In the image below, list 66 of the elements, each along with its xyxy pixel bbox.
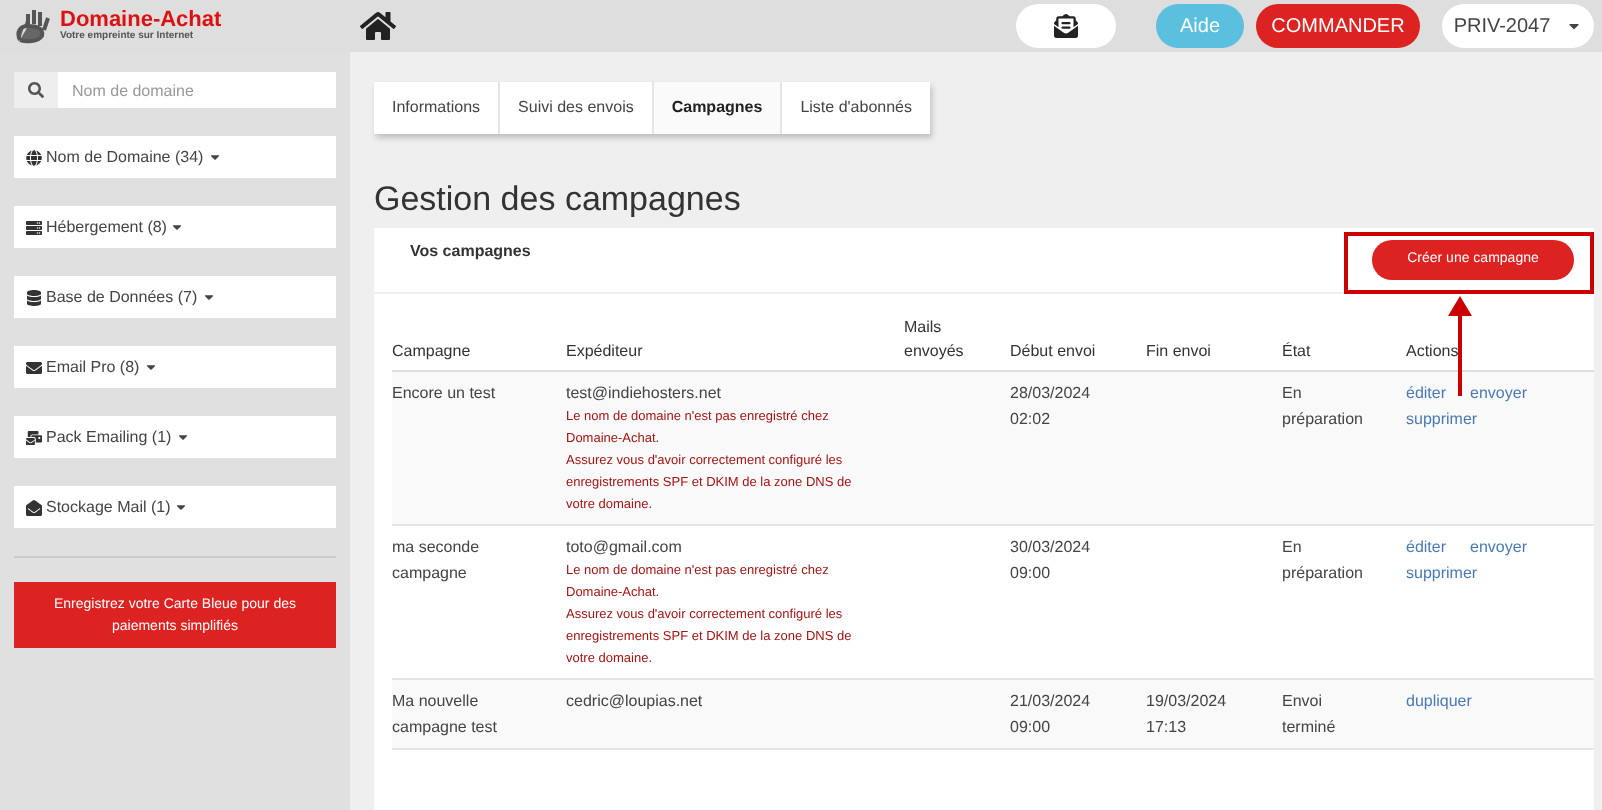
menu-label: Base de Données (7) [46, 285, 198, 309]
table-cell: En préparation [1282, 384, 1363, 428]
table-cell: Envoi terminé [1282, 692, 1336, 736]
action-link[interactable]: éditer [1406, 534, 1447, 560]
menu-label: Stockage Mail (1) [46, 495, 171, 519]
caret-icon [143, 360, 158, 374]
search-field[interactable]: Nom de domaine [58, 72, 336, 108]
tab[interactable]: Campagnes [653, 82, 783, 134]
table-cell: 28/03/2024 02:02 [1010, 384, 1091, 428]
envelope-icon [26, 359, 42, 375]
logo-name: Domaine-Achat [60, 10, 222, 32]
sidebar-menu-item[interactable]: Email Pro (8) [14, 346, 336, 388]
action-link[interactable]: supprimer [1406, 560, 1478, 586]
table-cell: 30/03/2024 09:00 [1010, 538, 1091, 582]
mail-stack-icon [26, 429, 42, 445]
database-icon [26, 289, 42, 305]
column-header: Actions [1406, 340, 1461, 364]
table-cell-text: cedric@loupias.net [566, 690, 705, 714]
column-header: Campagne [392, 340, 473, 364]
table-cell-text: Encore un test [392, 382, 498, 406]
table-cell: En préparation [1282, 538, 1363, 582]
action-link[interactable]: envoyer [1470, 534, 1527, 560]
column-header: État [1282, 340, 1313, 364]
action-link[interactable]: éditer [1406, 380, 1447, 406]
table-cell: 19/03/2024 17:13 [1146, 692, 1227, 736]
sidebar-menu-item[interactable]: Pack Emailing (1) [14, 416, 336, 458]
panel-title: Vos campagnes [410, 240, 531, 264]
sidebar-menu-item[interactable]: Hébergement (8) [14, 206, 336, 248]
order-button[interactable]: COMMANDER [1256, 4, 1420, 48]
action-link[interactable]: dupliquer [1406, 688, 1472, 714]
sidebar-menu-item[interactable]: Base de Données (7) [14, 276, 336, 318]
action-link[interactable]: envoyer [1470, 380, 1527, 406]
caret-icon [175, 430, 190, 444]
open-envelope-icon [26, 499, 42, 515]
server-icon [26, 219, 42, 235]
table-cell-text: ma seconde campagne [392, 536, 482, 586]
search-icon [28, 82, 44, 98]
sidebar-menu-item[interactable]: Nom de Domaine (34) [14, 136, 336, 178]
account-dropdown[interactable]: PRIV-2047 [1442, 4, 1594, 48]
action-link[interactable]: supprimer [1406, 406, 1478, 432]
table-cell-text: test@indiehosters.net [566, 382, 723, 406]
envelope-icon [1054, 14, 1078, 38]
tab[interactable]: Liste d'abonnés [782, 82, 930, 134]
home-icon[interactable] [360, 8, 396, 44]
caret-icon [201, 290, 216, 304]
sidebar-menu-item[interactable]: Stockage Mail (1) [14, 486, 336, 528]
column-header: Fin envoi [1146, 340, 1213, 364]
hand-logo-icon [12, 8, 52, 44]
table-cell: 21/03/2024 09:00 [1010, 692, 1091, 736]
menu-label: Hébergement (8) [46, 215, 167, 239]
column-header: Début envoi [1010, 340, 1098, 364]
column-header: Expéditeur [566, 340, 645, 364]
menu-label: Nom de Domaine (34) [46, 145, 204, 169]
caret-icon [207, 150, 222, 164]
globe-icon [26, 149, 42, 165]
tab[interactable]: Informations [374, 82, 501, 134]
column-header: Mails envoyés [904, 316, 966, 364]
menu-label: Email Pro (8) [46, 355, 140, 379]
table-cell-text: Ma nouvelle campagne test [392, 690, 499, 740]
menu-label: Pack Emailing (1) [46, 425, 172, 449]
caret-icon [1566, 18, 1583, 34]
page-title: Gestion des campagnes [374, 182, 743, 216]
table-cell-text: toto@gmail.com [566, 536, 684, 560]
caret-icon [170, 220, 185, 234]
caret-icon [174, 500, 189, 514]
mail-button[interactable] [1016, 4, 1116, 48]
